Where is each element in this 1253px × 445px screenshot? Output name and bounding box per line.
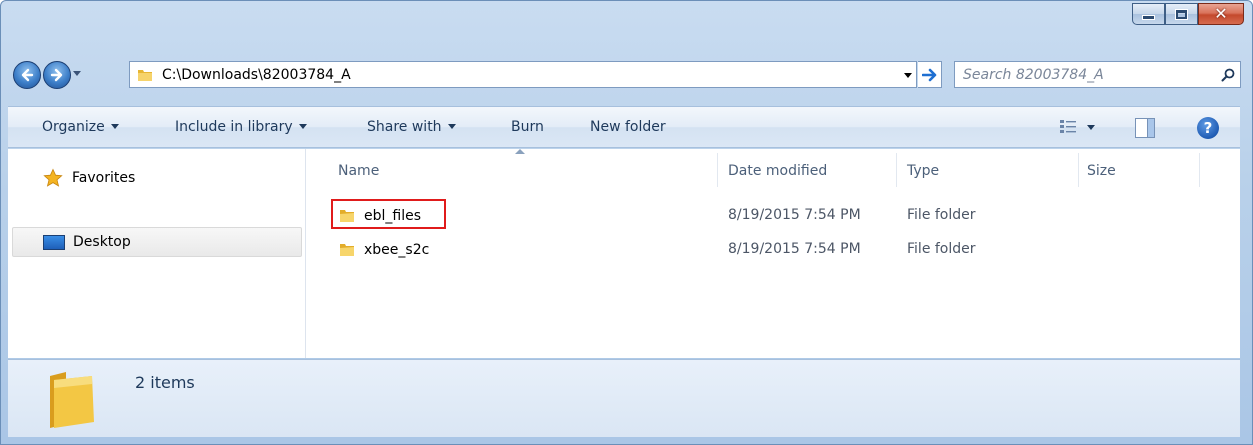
highlight-box <box>331 199 446 229</box>
back-button[interactable] <box>13 61 41 89</box>
folder-icon <box>44 370 100 430</box>
file-name-cell: xbee_s2c <box>338 241 429 259</box>
share-with-menu[interactable]: Share with <box>367 119 456 135</box>
column-date-modified[interactable]: Date modified <box>728 163 827 179</box>
maximize-icon <box>1176 9 1187 19</box>
file-date: 8/19/2015 7:54 PM <box>728 207 861 223</box>
help-icon: ? <box>1203 119 1213 137</box>
address-path: C:\Downloads\82003784_A <box>162 66 351 83</box>
search-input[interactable]: Search 82003784_A <box>963 67 1216 83</box>
forward-button[interactable] <box>43 61 71 89</box>
file-name: xbee_s2c <box>364 242 430 258</box>
column-size[interactable]: Size <box>1087 163 1116 179</box>
refresh-button[interactable] <box>918 61 942 88</box>
desktop-icon <box>43 234 65 250</box>
search-icon[interactable] <box>1216 67 1240 83</box>
close-button[interactable]: ✕ <box>1198 3 1244 25</box>
star-icon <box>42 168 64 188</box>
new-folder-button[interactable]: New folder <box>590 119 666 135</box>
column-divider[interactable] <box>1078 153 1079 187</box>
address-row: C:\Downloads\82003784_A Search 82003784_… <box>13 59 1241 91</box>
folder-icon <box>338 241 356 259</box>
file-list: Name Date modified Type Size ebl_files 8… <box>307 149 1240 358</box>
address-dropdown[interactable] <box>904 73 912 78</box>
minimize-icon <box>1143 15 1154 19</box>
include-in-library-label: Include in library <box>175 119 293 135</box>
column-header-row: Name Date modified Type Size <box>307 149 1240 191</box>
item-count: 2 items <box>135 373 195 392</box>
organize-menu[interactable]: Organize <box>42 119 119 135</box>
folder-icon <box>136 64 158 86</box>
arrow-right-icon <box>50 68 63 82</box>
burn-button[interactable]: Burn <box>511 119 544 135</box>
file-date: 8/19/2015 7:54 PM <box>728 241 861 257</box>
nav-item-label: Desktop <box>73 234 131 250</box>
column-divider[interactable] <box>717 153 718 187</box>
chevron-down-icon <box>447 124 456 129</box>
preview-pane-button[interactable] <box>1135 118 1155 138</box>
file-row[interactable]: xbee_s2c 8/19/2015 7:54 PM File folder <box>307 234 1240 264</box>
explorer-window: ✕ C:\Downloads\82003784_A Search 8200378… <box>0 0 1253 445</box>
file-type: File folder <box>907 241 976 257</box>
chevron-down-icon <box>1087 124 1095 130</box>
file-type: File folder <box>907 207 976 223</box>
caption-buttons: ✕ <box>1132 3 1244 25</box>
nav-item-label: Favorites <box>72 170 136 186</box>
search-box[interactable]: Search 82003784_A <box>954 61 1241 88</box>
content-area: Favorites Desktop Name Date modified Typ… <box>8 149 1240 358</box>
details-view-icon <box>1060 120 1076 133</box>
help-button[interactable]: ? <box>1197 117 1219 139</box>
arrow-left-icon <box>21 68 34 82</box>
organize-label: Organize <box>42 119 105 135</box>
details-pane: 2 items <box>8 359 1240 437</box>
column-divider[interactable] <box>896 153 897 187</box>
go-arrow-icon <box>921 68 936 81</box>
chevron-down-icon <box>110 124 119 129</box>
file-row[interactable]: ebl_files 8/19/2015 7:54 PM File folder <box>307 200 1240 230</box>
command-bar: Organize Include in library Share with B… <box>8 106 1240 148</box>
navigation-pane: Favorites Desktop <box>8 149 306 358</box>
column-type[interactable]: Type <box>907 163 939 179</box>
include-in-library-menu[interactable]: Include in library <box>175 119 307 135</box>
close-icon: ✕ <box>1214 4 1228 23</box>
chevron-down-icon <box>298 124 307 129</box>
nav-item-desktop[interactable]: Desktop <box>12 227 302 257</box>
share-with-label: Share with <box>367 119 442 135</box>
address-bar[interactable]: C:\Downloads\82003784_A <box>129 61 917 88</box>
sort-ascending-icon <box>515 149 525 154</box>
maximize-button[interactable] <box>1165 3 1198 25</box>
change-view-button[interactable] <box>1059 119 1095 135</box>
minimize-button[interactable] <box>1132 3 1165 25</box>
column-divider[interactable] <box>1199 153 1200 187</box>
column-name[interactable]: Name <box>338 163 379 179</box>
recent-pages-dropdown[interactable] <box>73 71 81 76</box>
nav-item-favorites[interactable]: Favorites <box>12 163 302 193</box>
